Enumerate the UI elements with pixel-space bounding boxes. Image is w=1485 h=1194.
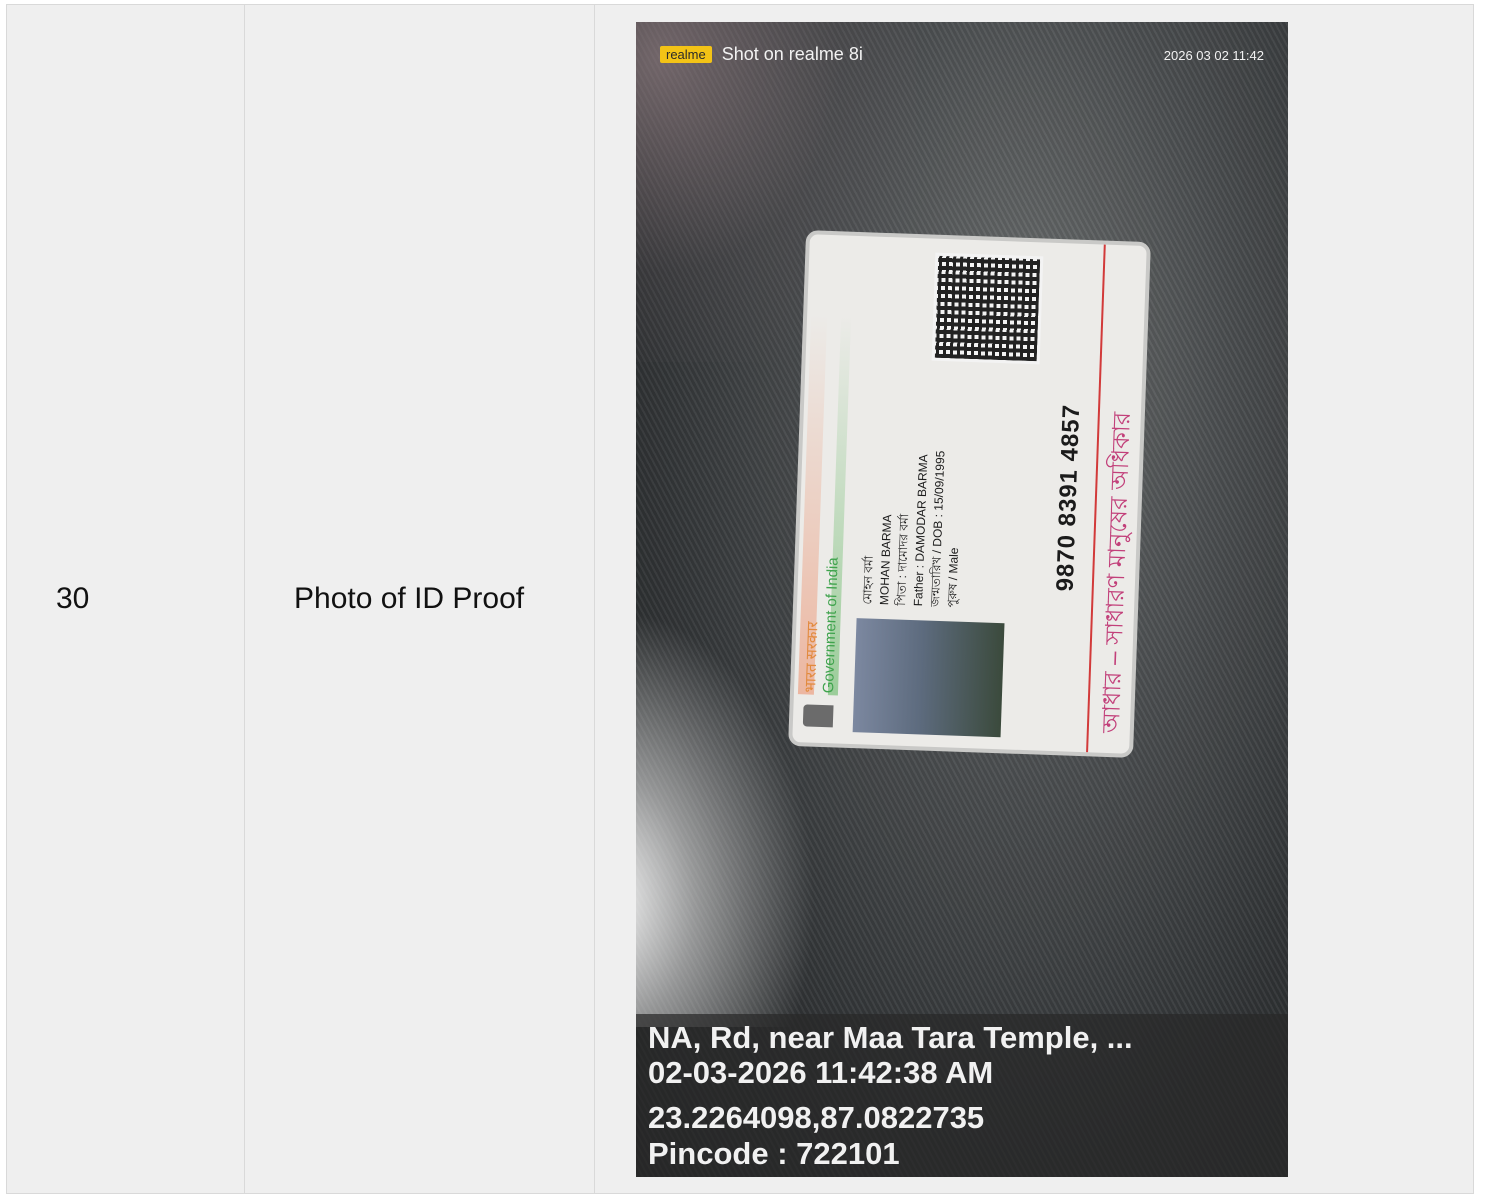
watermark-datetime: 2026 03 02 11:42	[1163, 48, 1264, 63]
holder-details: মোহন বর্মা MOHAN BARMA পিতা : দামোদর বর্…	[859, 448, 966, 608]
photo-glare	[636, 607, 816, 1027]
geo-datetime: 02-03-2026 11:42:38 AM	[648, 1055, 994, 1090]
id-card-frame: भारत सरकार Government of India মোহন বর্ম…	[788, 230, 1151, 758]
brand-badge: realme	[660, 46, 712, 63]
row-label: Photo of ID Proof	[294, 582, 525, 615]
row-number: 30	[56, 582, 90, 615]
id-proof-photo[interactable]: realme Shot on realme 8i 2026 03 02 11:4…	[636, 22, 1288, 1177]
aadhaar-number: 9870 8391 4857	[1051, 403, 1086, 592]
row-label-cell: Photo of ID Proof	[245, 5, 595, 1193]
gov-hindi: भारत सरकार	[801, 621, 822, 693]
geotag-overlay: NA, Rd, near Maa Tara Temple, ... 02-03-…	[636, 1014, 1288, 1177]
geo-pincode: Pincode : 722101	[648, 1136, 900, 1171]
row-number-cell: 30	[7, 5, 245, 1193]
camera-watermark: realme Shot on realme 8i	[660, 44, 863, 65]
watermark-text: Shot on realme 8i	[721, 44, 863, 64]
holder-photo	[852, 618, 1005, 738]
qr-code	[931, 252, 1044, 365]
geo-address: NA, Rd, near Maa Tara Temple, ...	[648, 1020, 1133, 1055]
aadhaar-card: भारत सरकार Government of India মোহন বর্ম…	[788, 230, 1151, 758]
geo-coordinates: 23.2264098,87.0822735	[648, 1100, 985, 1135]
emblem-icon	[802, 704, 834, 728]
